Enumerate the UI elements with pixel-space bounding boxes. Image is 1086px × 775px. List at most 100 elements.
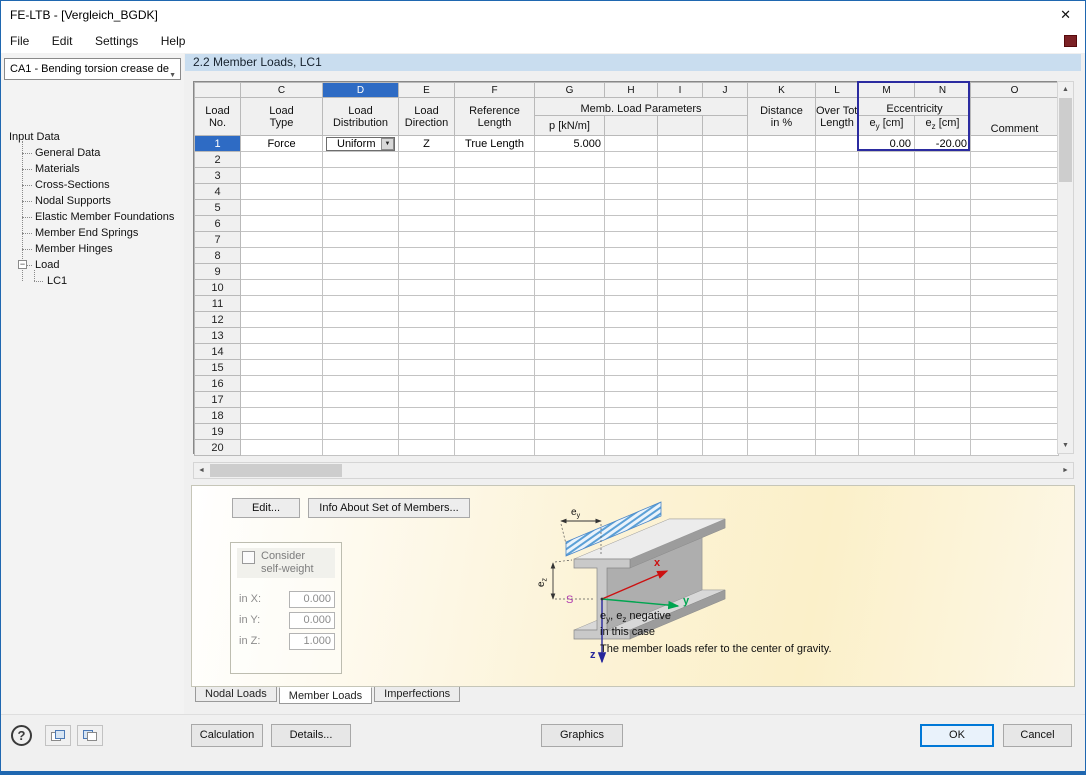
calculation-button[interactable]: Calculation: [191, 724, 263, 747]
tree-item-cross-sections[interactable]: Cross-Sections: [1, 177, 184, 193]
cell-G-9[interactable]: [534, 263, 605, 280]
cell-D-19[interactable]: [322, 423, 399, 440]
cell-G-5[interactable]: [534, 199, 605, 216]
cell-O-20[interactable]: [970, 439, 1059, 456]
cell-D-15[interactable]: [322, 359, 399, 376]
cell-D-12[interactable]: [322, 311, 399, 328]
cell-N-17[interactable]: [914, 391, 971, 408]
row-number-20[interactable]: 20: [194, 439, 241, 456]
cell-K-15[interactable]: [747, 359, 816, 376]
header-load-type[interactable]: Load Type: [240, 97, 323, 136]
cell-C-19[interactable]: [240, 423, 323, 440]
ok-button[interactable]: OK: [920, 724, 994, 747]
cell-G-3[interactable]: [534, 167, 605, 184]
cell-D-18[interactable]: [322, 407, 399, 424]
cell-C-8[interactable]: [240, 247, 323, 264]
horizontal-scroll-thumb[interactable]: [210, 464, 342, 477]
cell-O-5[interactable]: [970, 199, 1059, 216]
cell-F-15[interactable]: [454, 359, 535, 376]
cell-I-4[interactable]: [657, 183, 703, 200]
cell-O-9[interactable]: [970, 263, 1059, 280]
cell-L-1[interactable]: [815, 135, 859, 152]
cell-D-4[interactable]: [322, 183, 399, 200]
cell-G-20[interactable]: [534, 439, 605, 456]
cell-I-5[interactable]: [657, 199, 703, 216]
row-number-6[interactable]: 6: [194, 215, 241, 232]
row-number-3[interactable]: 3: [194, 167, 241, 184]
cell-I-9[interactable]: [657, 263, 703, 280]
cell-E-17[interactable]: [398, 391, 455, 408]
cell-N-14[interactable]: [914, 343, 971, 360]
tree-item-elastic-member-foundations[interactable]: Elastic Member Foundations: [1, 209, 184, 225]
cell-E-13[interactable]: [398, 327, 455, 344]
header-memb-load-parameters[interactable]: Memb. Load Parameters: [534, 97, 748, 116]
row-number-14[interactable]: 14: [194, 343, 241, 360]
cell-J-19[interactable]: [702, 423, 748, 440]
cell-G-12[interactable]: [534, 311, 605, 328]
cell-H-18[interactable]: [604, 407, 658, 424]
header-ez[interactable]: ez [cm]: [914, 115, 971, 136]
cell-E-20[interactable]: [398, 439, 455, 456]
horizontal-scrollbar[interactable]: ◄ ►: [193, 462, 1074, 479]
row-number-19[interactable]: 19: [194, 423, 241, 440]
cell-N-4[interactable]: [914, 183, 971, 200]
cell-D-17[interactable]: [322, 391, 399, 408]
cell-F-18[interactable]: [454, 407, 535, 424]
scroll-left-icon[interactable]: ◄: [194, 463, 209, 478]
cell-D-7[interactable]: [322, 231, 399, 248]
cell-M-14[interactable]: [858, 343, 915, 360]
cell-L-3[interactable]: [815, 167, 859, 184]
column-letter-H[interactable]: H: [604, 82, 658, 98]
cell-D-6[interactable]: [322, 215, 399, 232]
row-number-11[interactable]: 11: [194, 295, 241, 312]
cell-E-5[interactable]: [398, 199, 455, 216]
cell-D-10[interactable]: [322, 279, 399, 296]
cell-N-7[interactable]: [914, 231, 971, 248]
cell-F-11[interactable]: [454, 295, 535, 312]
column-letter-D[interactable]: D: [322, 82, 399, 98]
cell-C-4[interactable]: [240, 183, 323, 200]
row-number-7[interactable]: 7: [194, 231, 241, 248]
column-letter-I[interactable]: I: [657, 82, 703, 98]
header-load-no[interactable]: Load No.: [194, 97, 241, 136]
header-ey[interactable]: ey [cm]: [858, 115, 915, 136]
cell-F-6[interactable]: [454, 215, 535, 232]
close-icon[interactable]: ✕: [1060, 7, 1071, 23]
cell-L-17[interactable]: [815, 391, 859, 408]
column-letter-G[interactable]: G: [534, 82, 605, 98]
cell-H-9[interactable]: [604, 263, 658, 280]
cell-J-2[interactable]: [702, 151, 748, 168]
row-number-8[interactable]: 8: [194, 247, 241, 264]
cell-N-18[interactable]: [914, 407, 971, 424]
cell-F-4[interactable]: [454, 183, 535, 200]
cell-O-1[interactable]: [970, 135, 1059, 152]
cell-L-10[interactable]: [815, 279, 859, 296]
cell-F-16[interactable]: [454, 375, 535, 392]
cell-I-19[interactable]: [657, 423, 703, 440]
cell-K-13[interactable]: [747, 327, 816, 344]
cell-K-2[interactable]: [747, 151, 816, 168]
cell-K-14[interactable]: [747, 343, 816, 360]
cell-H-2[interactable]: [604, 151, 658, 168]
cell-N-3[interactable]: [914, 167, 971, 184]
cell-M-18[interactable]: [858, 407, 915, 424]
cell-J-17[interactable]: [702, 391, 748, 408]
cell-N-5[interactable]: [914, 199, 971, 216]
cell-K-12[interactable]: [747, 311, 816, 328]
column-letter-E[interactable]: E: [398, 82, 455, 98]
cell-F-3[interactable]: [454, 167, 535, 184]
cell-M-1[interactable]: 0.00: [858, 135, 915, 152]
cell-E-19[interactable]: [398, 423, 455, 440]
row-number-18[interactable]: 18: [194, 407, 241, 424]
column-letter-N[interactable]: N: [914, 82, 971, 98]
cell-J-10[interactable]: [702, 279, 748, 296]
cell-O-3[interactable]: [970, 167, 1059, 184]
cell-K-17[interactable]: [747, 391, 816, 408]
help-button[interactable]: ?: [11, 725, 32, 746]
tree-item-materials[interactable]: Materials: [1, 161, 184, 177]
cell-M-2[interactable]: [858, 151, 915, 168]
cell-E-4[interactable]: [398, 183, 455, 200]
cell-E-15[interactable]: [398, 359, 455, 376]
row-number-4[interactable]: 4: [194, 183, 241, 200]
cell-C-15[interactable]: [240, 359, 323, 376]
